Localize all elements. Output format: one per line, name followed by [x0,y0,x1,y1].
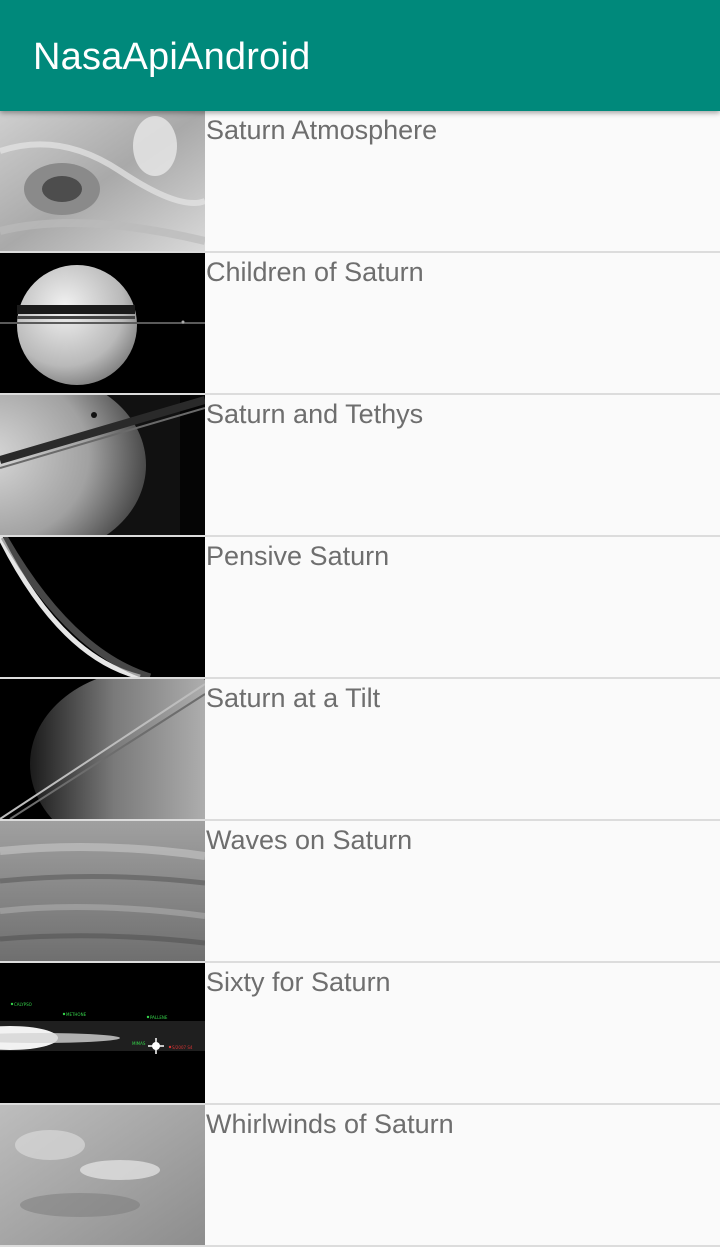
pallene-label: PALLENE [150,1015,168,1020]
list-item[interactable]: Waves on Saturn [0,821,720,963]
list-item[interactable]: Whirlwinds of Saturn [0,1105,720,1247]
item-title: Pensive Saturn [206,541,390,571]
list-item[interactable]: Pensive Saturn [0,537,720,679]
saturn-at-a-tilt-image [0,679,205,819]
item-title: Saturn Atmosphere [206,115,438,145]
list-item[interactable]: CALYPSO METHONE PALLENE MIMAS S/2007 S4 … [0,963,720,1105]
item-title: Waves on Saturn [206,825,413,855]
sixty-for-saturn-image: CALYPSO METHONE PALLENE MIMAS S/2007 S4 [0,963,205,1103]
mimas-label: MIMAS [132,1041,146,1046]
children-of-saturn-image [0,253,205,393]
list-item[interactable]: Saturn Atmosphere [0,111,720,253]
item-title: Saturn and Tethys [206,399,424,429]
image-list[interactable]: Saturn Atmosphere Children of Saturn Sat… [0,111,720,1247]
whirlwinds-of-saturn-image [0,1105,205,1245]
methone-label: METHONE [66,1012,87,1017]
saturn-and-tethys-image [0,395,205,535]
list-item[interactable]: Children of Saturn [0,253,720,395]
item-title: Whirlwinds of Saturn [206,1109,454,1139]
list-item[interactable]: Saturn and Tethys [0,395,720,537]
item-title: Children of Saturn [206,257,424,287]
app-bar: NasaApiAndroid [0,0,720,111]
item-title: Saturn at a Tilt [206,683,381,713]
saturn-atmosphere-image [0,111,205,251]
calypso-label: CALYPSO [14,1002,32,1007]
app-title: NasaApiAndroid [33,36,311,78]
list-item[interactable]: Saturn at a Tilt [0,679,720,821]
waves-on-saturn-image [0,821,205,961]
item-title: Sixty for Saturn [206,967,391,997]
pensive-saturn-image [0,537,205,677]
s2007-s4-label: S/2007 S4 [172,1045,193,1050]
